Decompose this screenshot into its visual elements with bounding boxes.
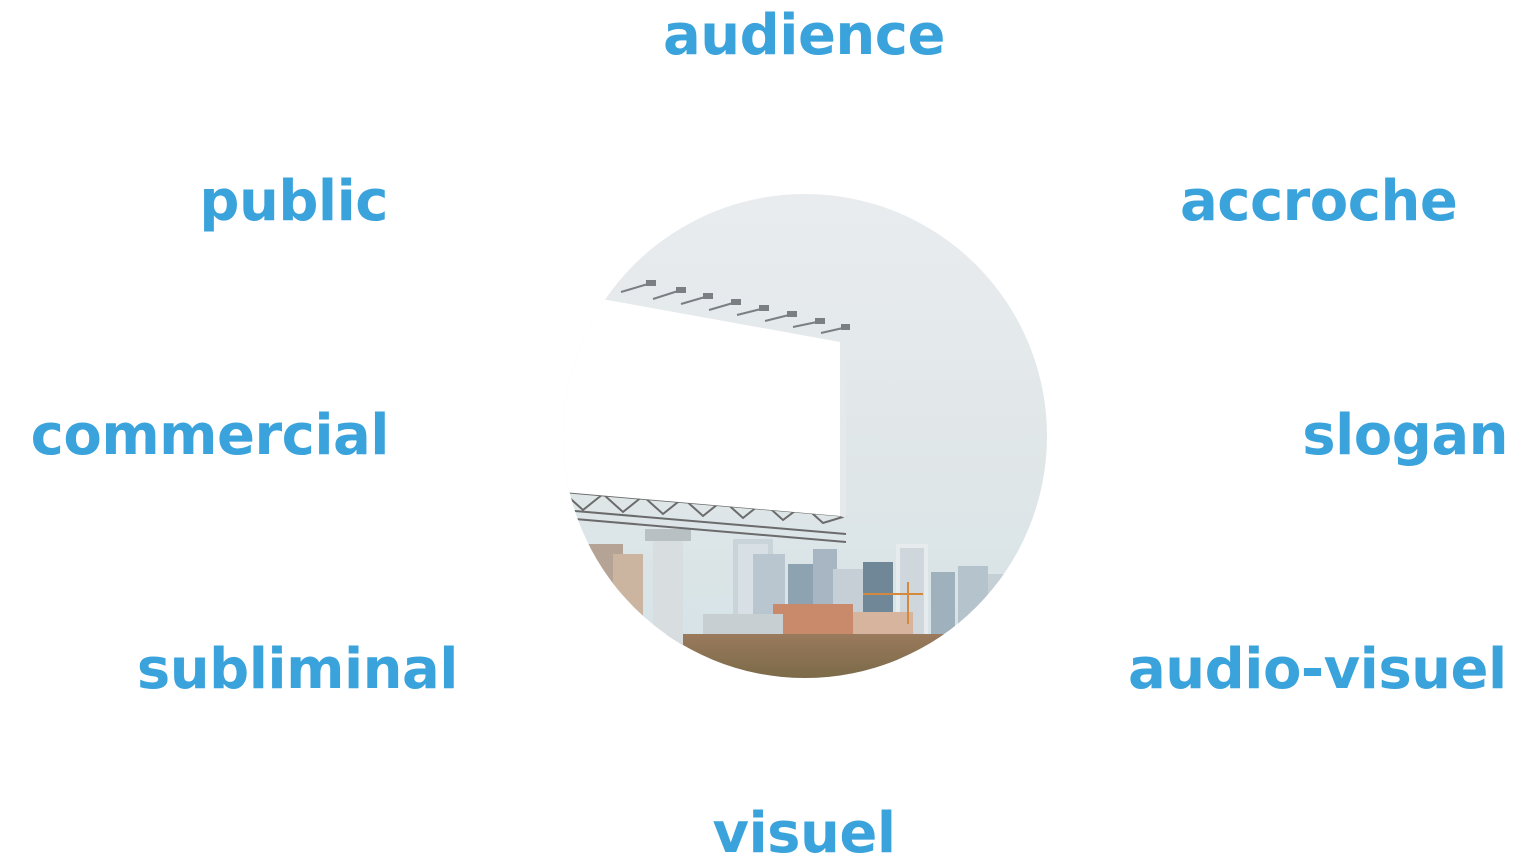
word-subliminal: subliminal [136,637,459,702]
word-audio-visuel: audio-visuel [1128,637,1507,702]
billboard-photo [563,194,1047,678]
word-visuel: visuel [712,801,896,866]
word-commercial: commercial [30,403,390,468]
billboard-pillar [653,529,683,649]
word-slogan: slogan [1302,403,1508,468]
word-public: public [199,169,388,234]
word-accroche: accroche [1180,169,1458,234]
grass-field [563,634,1047,678]
word-audience: audience [663,3,945,68]
